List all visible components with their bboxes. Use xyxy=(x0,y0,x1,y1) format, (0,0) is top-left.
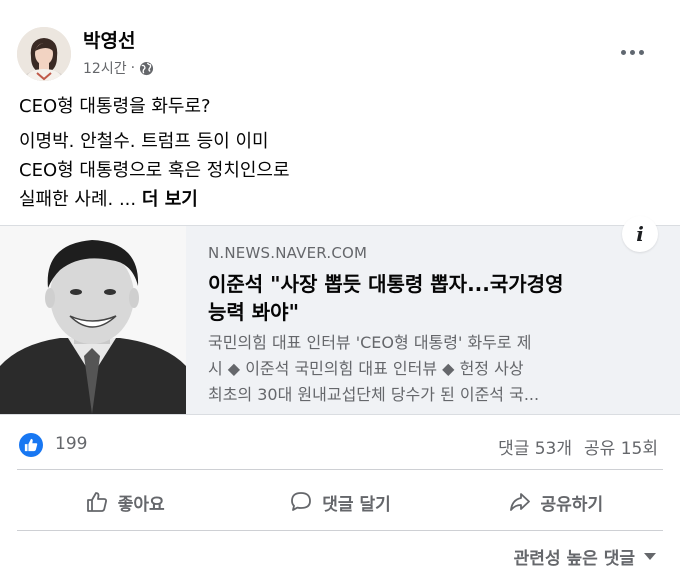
meta-separator: · xyxy=(130,60,136,76)
link-preview[interactable]: N.NEWS.NAVER.COM 이준석 "사장 뽑듯 대통령 뽑자...국가경… xyxy=(0,225,680,415)
link-desc-line: 국민의힘 대표 인터뷰 'CEO형 대통령' 화두로 제 xyxy=(208,333,532,352)
post-text-line: CEO형 대통령으로 혹은 정치인으로 xyxy=(19,160,290,181)
post-text-line: 실패한 사례. ... 더 보기 xyxy=(19,185,290,214)
post-text: CEO형 대통령을 화두로? 이명박. 안철수. 트럼프 등이 이미 CEO형 … xyxy=(19,92,290,214)
avatar[interactable] xyxy=(17,27,71,81)
share-button-label: 공유하기 xyxy=(540,494,604,515)
info-icon[interactable]: i xyxy=(622,216,658,252)
like-reaction-icon[interactable] xyxy=(19,433,43,457)
link-title: 이준석 "사장 뽑듯 대통령 뽑자...국가경영 능력 봐야" xyxy=(208,270,658,326)
globe-icon[interactable] xyxy=(139,61,154,76)
more-options-icon[interactable] xyxy=(614,38,650,66)
thumbs-up-icon xyxy=(86,492,107,512)
share-button[interactable]: 공유하기 xyxy=(448,480,663,524)
link-thumbnail xyxy=(0,226,186,414)
post-text-line: CEO형 대통령을 화두로? xyxy=(19,96,211,117)
share-icon xyxy=(509,493,530,511)
post-text-line: 이명박. 안철수. 트럼프 등이 이미 xyxy=(19,131,269,152)
link-desc-line: 최초의 30대 원내교섭단체 당수가 된 이준석 국... xyxy=(208,385,540,404)
link-title-line: 이준석 "사장 뽑듯 대통령 뽑자...국가경영 xyxy=(208,272,564,296)
author-name[interactable]: 박영선 xyxy=(83,26,135,53)
like-count[interactable]: 199 xyxy=(55,434,87,454)
reaction-stats: 199 댓글 53개 공유 15회 xyxy=(0,425,680,465)
post-meta: 12시간 · xyxy=(83,58,154,78)
comment-count[interactable]: 댓글 53개 xyxy=(498,434,572,459)
link-title-line: 능력 봐야" xyxy=(208,300,299,324)
comment-sort-dropdown[interactable]: 관련성 높은 댓글 xyxy=(514,544,656,569)
profile-photo xyxy=(17,27,71,81)
like-button[interactable]: 좋아요 xyxy=(17,480,232,524)
post-text-line-end: 실패한 사례. ... xyxy=(19,189,137,210)
divider xyxy=(17,469,663,470)
see-more-link[interactable]: 더 보기 xyxy=(142,189,198,210)
caret-down-icon xyxy=(644,553,656,560)
like-button-label: 좋아요 xyxy=(117,494,165,515)
post-time[interactable]: 12시간 xyxy=(83,58,127,78)
link-text: N.NEWS.NAVER.COM 이준석 "사장 뽑듯 대통령 뽑자...국가경… xyxy=(208,244,658,408)
comment-sort-label: 관련성 높은 댓글 xyxy=(513,549,635,569)
link-description: 국민의힘 대표 인터뷰 'CEO형 대통령' 화두로 제 시 ◆ 이준석 국민의… xyxy=(208,330,658,408)
comment-button[interactable]: 댓글 달기 xyxy=(232,480,447,524)
divider xyxy=(17,530,663,531)
comment-button-label: 댓글 달기 xyxy=(322,494,391,515)
engagement-stats: 댓글 53개 공유 15회 xyxy=(498,434,658,459)
link-domain: N.NEWS.NAVER.COM xyxy=(208,244,368,262)
post-card: 박영선 12시간 · CEO형 대통령을 화두로? 이명박. 안철수. 트럼프 … xyxy=(0,0,680,582)
link-desc-line: 시 ◆ 이준석 국민의힘 대표 인터뷰 ◆ 헌정 사상 xyxy=(208,359,524,378)
comment-icon xyxy=(291,492,312,511)
share-count[interactable]: 공유 15회 xyxy=(584,434,658,459)
action-bar: 좋아요 댓글 달기 공유하기 xyxy=(17,480,663,524)
